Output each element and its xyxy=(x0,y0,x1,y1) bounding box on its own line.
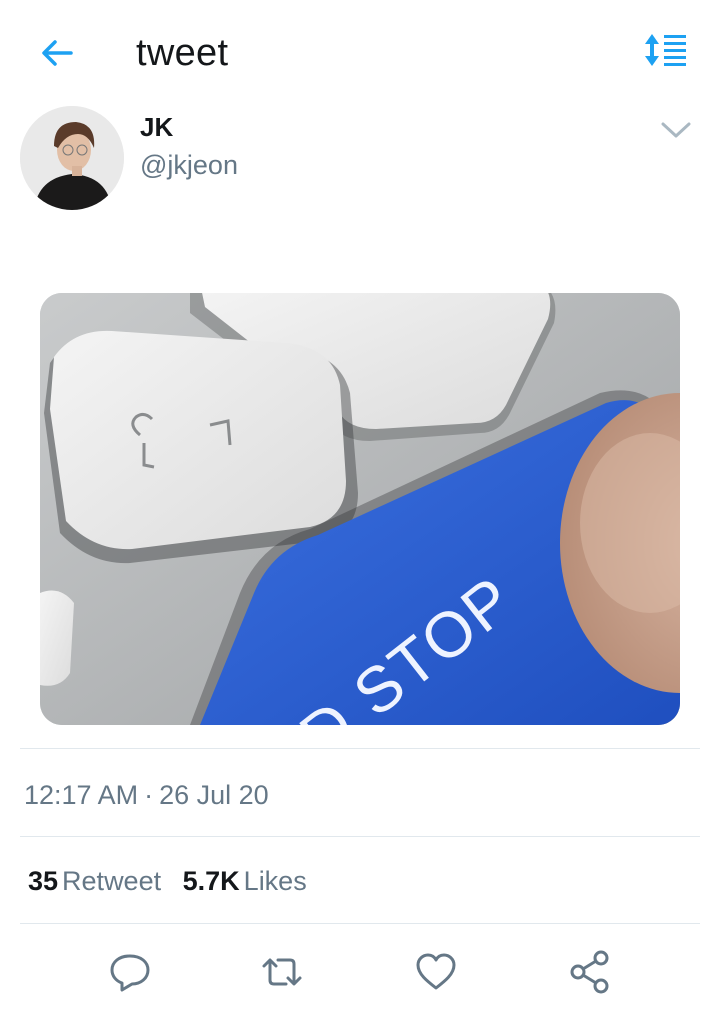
tweet-menu-button[interactable] xyxy=(656,112,696,148)
back-button[interactable] xyxy=(34,30,80,76)
like-button[interactable] xyxy=(412,948,460,996)
chevron-down-icon xyxy=(661,122,691,138)
page-title: tweet xyxy=(136,32,229,74)
tweet-media-image[interactable]: ND STOP xyxy=(40,293,680,725)
retweet-icon xyxy=(262,958,302,986)
share-icon xyxy=(570,950,609,994)
divider xyxy=(20,836,700,837)
sort-button[interactable] xyxy=(640,30,692,70)
sort-list-icon xyxy=(645,34,686,66)
author-name[interactable]: JK xyxy=(140,112,173,142)
tweet-timestamp: 12:17 AM · 26 Jul 20 xyxy=(24,778,269,812)
tweet-detail-screen: tweet JK @jkjeon ND STOP 12:17 AM · 26 J… xyxy=(0,0,720,1025)
reply-button[interactable] xyxy=(106,948,154,996)
arrow-left-icon xyxy=(42,40,73,66)
heart-icon xyxy=(416,953,456,990)
tweet-stats: 35 Retweet 5.7K Likes xyxy=(28,864,321,898)
retweets-count: 35 xyxy=(28,866,59,896)
likes-label: Likes xyxy=(243,866,307,896)
retweet-button[interactable] xyxy=(258,948,306,996)
retweets-label: Retweet xyxy=(62,866,162,896)
tweet-time: 12:17 AM xyxy=(24,780,139,810)
keyboard-photo: ND STOP xyxy=(40,293,680,725)
likes-stat[interactable]: 5.7K Likes xyxy=(183,864,307,898)
tweet-date: 26 Jul 20 xyxy=(159,780,269,810)
separator-dot: · xyxy=(144,780,154,810)
avatar[interactable] xyxy=(20,106,124,210)
share-button[interactable] xyxy=(566,948,614,996)
retweets-stat[interactable]: 35 Retweet xyxy=(28,864,161,898)
divider xyxy=(20,923,700,924)
reply-icon xyxy=(110,954,150,992)
author-handle[interactable]: @jkjeon xyxy=(140,148,238,182)
avatar-image xyxy=(20,106,124,210)
likes-count: 5.7K xyxy=(182,866,240,896)
top-bar: tweet xyxy=(0,0,720,104)
divider xyxy=(20,748,700,749)
